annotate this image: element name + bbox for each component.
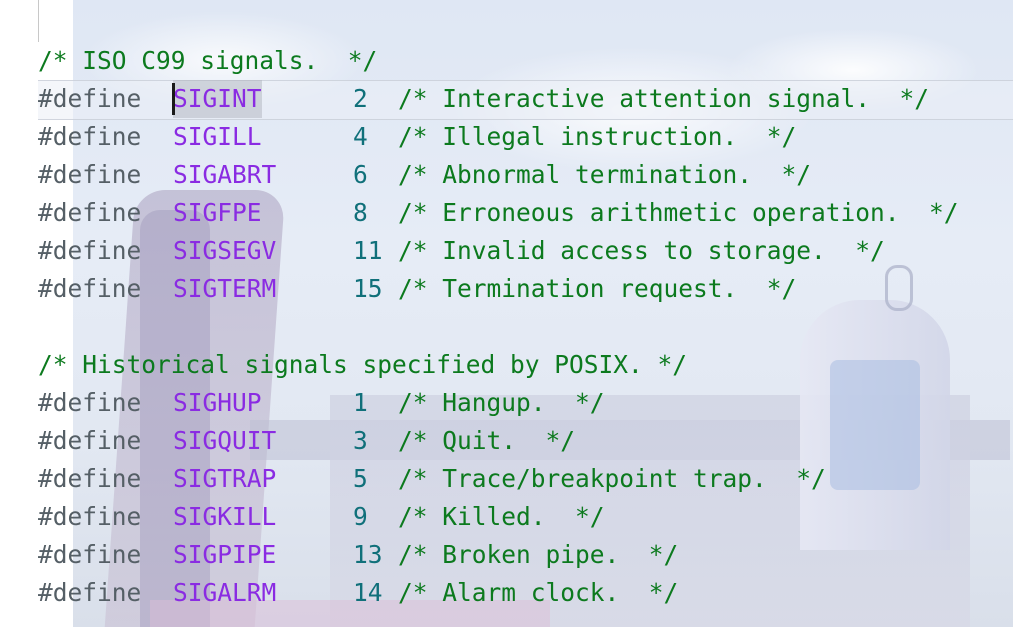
preprocessor-directive: #define: [38, 236, 142, 265]
preprocessor-directive: #define: [38, 540, 142, 569]
preprocessor-directive: #define: [38, 274, 142, 303]
macro-name: SIGFPE: [173, 198, 262, 227]
preprocessor-directive: #define: [38, 426, 142, 455]
macro-value: 1: [353, 388, 368, 417]
background-lighthouse-ring: [885, 265, 913, 311]
macro-name: SIGABRT: [173, 160, 277, 189]
macro-value: 14: [353, 578, 383, 607]
code-comment: /* Quit. */: [398, 426, 576, 455]
macro-name: SIGILL: [173, 122, 262, 151]
preprocessor-directive: #define: [38, 122, 142, 151]
code-comment: /* Interactive attention signal. */: [398, 84, 930, 113]
code-editor[interactable]: /* ISO C99 signals. */ #define SIGINT 2 /* I…: [0, 0, 1013, 627]
macro-name-selected: SIGINT: [173, 80, 262, 118]
code-comment: /* Trace/breakpoint trap. */: [398, 464, 826, 493]
background-lighthouse-glass: [830, 360, 920, 490]
macro-name: SIGPIPE: [173, 540, 277, 569]
macro-name: SIGALRM: [173, 578, 277, 607]
preprocessor-directive: #define: [38, 578, 142, 607]
macro-value: 5: [353, 464, 368, 493]
macro-value: 13: [353, 540, 383, 569]
macro-value: 15: [353, 274, 383, 303]
code-comment: /* Termination request. */: [398, 274, 797, 303]
code-comment: /* Alarm clock. */: [398, 578, 679, 607]
macro-value: 3: [353, 426, 368, 455]
macro-value: 2: [353, 84, 368, 113]
preprocessor-directive: #define: [38, 160, 142, 189]
code-comment: /* Erroneous arithmetic operation. */: [398, 198, 959, 227]
preprocessor-directive: #define: [38, 84, 142, 113]
code-comment: /* Invalid access to storage. */: [398, 236, 885, 265]
macro-name: SIGQUIT: [173, 426, 277, 455]
macro-value: 11: [353, 236, 383, 265]
code-comment: /* Broken pipe. */: [398, 540, 679, 569]
code-comment: /* Hangup. */: [398, 388, 605, 417]
macro-value: 6: [353, 160, 368, 189]
code-comment: /* Historical signals specified by POSIX…: [38, 350, 688, 379]
code-comment: /* ISO C99 signals. */: [38, 46, 378, 75]
macro-name: SIGTRAP: [173, 464, 277, 493]
macro-name: SIGHUP: [173, 388, 262, 417]
macro-name: SIGTERM: [173, 274, 277, 303]
preprocessor-directive: #define: [38, 388, 142, 417]
preprocessor-directive: #define: [38, 464, 142, 493]
code-comment: /* Abnormal termination. */: [398, 160, 812, 189]
gutter-divider: [38, 0, 39, 42]
preprocessor-directive: #define: [38, 502, 142, 531]
code-comment: /* Illegal instruction. */: [398, 122, 797, 151]
text-cursor: [172, 83, 175, 115]
macro-name: SIGSEGV: [173, 236, 277, 265]
preprocessor-directive: #define: [38, 198, 142, 227]
macro-value: 9: [353, 502, 368, 531]
macro-name: SIGKILL: [173, 502, 277, 531]
code-comment: /* Killed. */: [398, 502, 605, 531]
macro-value: 8: [353, 198, 368, 227]
macro-value: 4: [353, 122, 368, 151]
